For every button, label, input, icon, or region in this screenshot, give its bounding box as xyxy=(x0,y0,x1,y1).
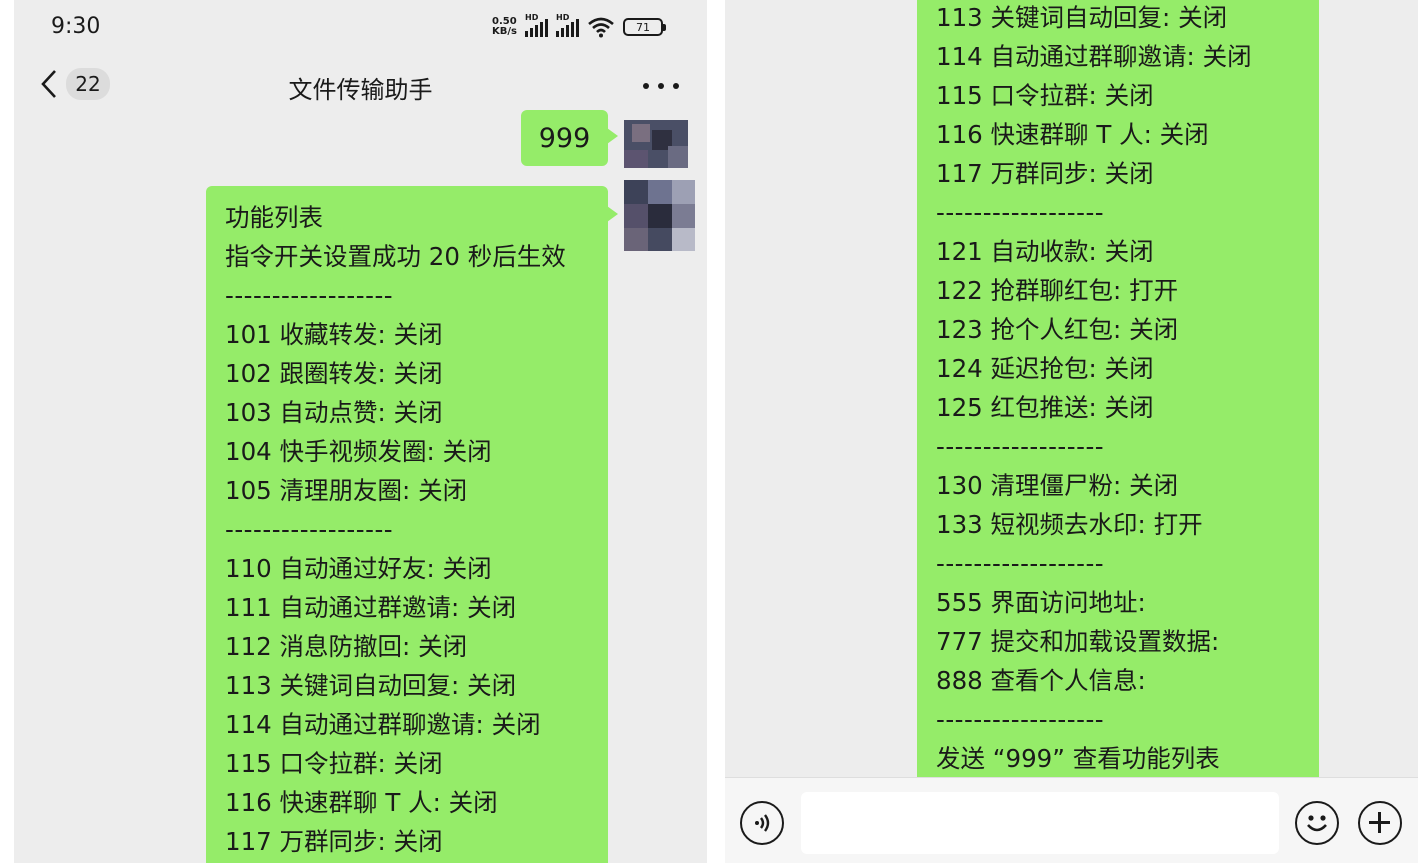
sent-message-bubble[interactable]: 999 xyxy=(521,110,618,166)
battery-icon: 71 xyxy=(623,18,666,36)
more-options-button[interactable] xyxy=(643,72,679,100)
function-item: 114 自动通过群聊邀请: 关闭 xyxy=(936,42,1252,71)
function-item: 111 自动通过群邀请: 关闭 xyxy=(225,593,517,622)
function-item: 116 快速群聊 T 人: 关闭 xyxy=(936,120,1209,149)
separator-line: ------------------ xyxy=(936,432,1105,461)
function-item: 指令开关设置成功 20 秒后生效 xyxy=(225,242,566,271)
smiley-icon xyxy=(1307,815,1327,832)
emoji-button[interactable] xyxy=(1295,801,1339,845)
function-item: 113 关键词自动回复: 关闭 xyxy=(225,671,517,700)
function-list-bubble-continued[interactable]: 113 关键词自动回复: 关闭 114 自动通过群聊邀请: 关闭 115 口令拉群:… xyxy=(917,0,1319,788)
separator-line: ------------------ xyxy=(936,549,1105,578)
function-item: 888 查看个人信息: xyxy=(936,666,1146,695)
function-item: 121 自动收款: 关闭 xyxy=(936,237,1154,266)
separator-line: ------------------ xyxy=(225,281,394,310)
hd-tag-2: HD xyxy=(556,13,570,22)
function-item: 115 口令拉群: 关闭 xyxy=(936,81,1154,110)
chat-screen-right: 113 关键词自动回复: 关闭 114 自动通过群聊邀请: 关闭 115 口令拉群:… xyxy=(725,0,1418,863)
function-item: 104 快手视频发圈: 关闭 xyxy=(225,437,492,466)
function-item: 115 口令拉群: 关闭 xyxy=(225,749,443,778)
dot-icon xyxy=(673,83,679,89)
voice-icon xyxy=(755,814,770,832)
sender-avatar[interactable] xyxy=(624,180,695,251)
status-icons: 0.50 KB/s HD HD 71 xyxy=(492,13,666,38)
message-text-input[interactable] xyxy=(801,792,1279,854)
dot-icon xyxy=(643,83,649,89)
function-item: 122 抢群聊红包: 打开 xyxy=(936,276,1179,305)
function-list: 功能列表指令开关设置成功 20 秒后生效 ------------------ 10… xyxy=(225,198,608,861)
user-avatar[interactable] xyxy=(624,120,688,168)
function-item: 101 收藏转发: 关闭 xyxy=(225,320,443,349)
function-item: 124 延迟抢包: 关闭 xyxy=(936,354,1154,383)
function-item: 发送 “999” 查看功能列表 xyxy=(936,744,1220,773)
function-item: 133 短视频去水印: 打开 xyxy=(936,510,1203,539)
function-item: 117 万群同步: 关闭 xyxy=(225,827,443,856)
function-item: 112 消息防撤回: 关闭 xyxy=(225,632,468,661)
separator-line: ------------------ xyxy=(936,198,1105,227)
network-speed-unit: KB/s xyxy=(492,26,517,37)
voice-input-button[interactable] xyxy=(740,801,784,845)
dot-icon xyxy=(658,83,664,89)
sent-message-text: 999 xyxy=(538,123,591,154)
status-bar: 9:30 0.50 KB/s HD HD 71 xyxy=(14,0,707,58)
separator-line: ------------------ xyxy=(936,705,1105,734)
battery-level: 71 xyxy=(636,20,650,34)
function-item: 113 关键词自动回复: 关闭 xyxy=(936,3,1228,32)
chat-screen-left: 9:30 0.50 KB/s HD HD 71 22 文件传输助手 999 功能… xyxy=(14,0,707,863)
network-speed: 0.50 KB/s xyxy=(492,17,517,37)
status-time: 9:30 xyxy=(51,14,101,39)
separator-line: ------------------ xyxy=(225,515,394,544)
function-item: 功能列表 xyxy=(225,203,323,232)
function-item: 123 抢个人红包: 关闭 xyxy=(936,315,1179,344)
function-item: 105 清理朋友圈: 关闭 xyxy=(225,476,468,505)
message-input-bar xyxy=(725,777,1418,863)
signal-icon-2: HD xyxy=(556,13,579,37)
function-item: 110 自动通过好友: 关闭 xyxy=(225,554,492,583)
function-item: 130 清理僵尸粉: 关闭 xyxy=(936,471,1179,500)
function-item: 103 自动点赞: 关闭 xyxy=(225,398,443,427)
function-item: 102 跟圈转发: 关闭 xyxy=(225,359,443,388)
function-item: 114 自动通过群聊邀请: 关闭 xyxy=(225,710,541,739)
chat-title: 文件传输助手 xyxy=(288,76,433,104)
function-item: 117 万群同步: 关闭 xyxy=(936,159,1154,188)
function-item: 125 红包推送: 关闭 xyxy=(936,393,1154,422)
more-functions-button[interactable] xyxy=(1358,801,1402,845)
function-list-bubble[interactable]: 功能列表指令开关设置成功 20 秒后生效 ------------------ 10… xyxy=(206,186,618,863)
signal-icon: HD xyxy=(525,13,548,37)
hd-tag: HD xyxy=(525,13,539,22)
function-list-continued: 113 关键词自动回复: 关闭 114 自动通过群聊邀请: 关闭 115 口令拉群:… xyxy=(936,0,1319,778)
wifi-icon xyxy=(588,17,614,38)
function-item: 116 快速群聊 T 人: 关闭 xyxy=(225,788,498,817)
function-item: 555 界面访问地址: xyxy=(936,588,1146,617)
function-item: 777 提交和加载设置数据: xyxy=(936,627,1220,656)
